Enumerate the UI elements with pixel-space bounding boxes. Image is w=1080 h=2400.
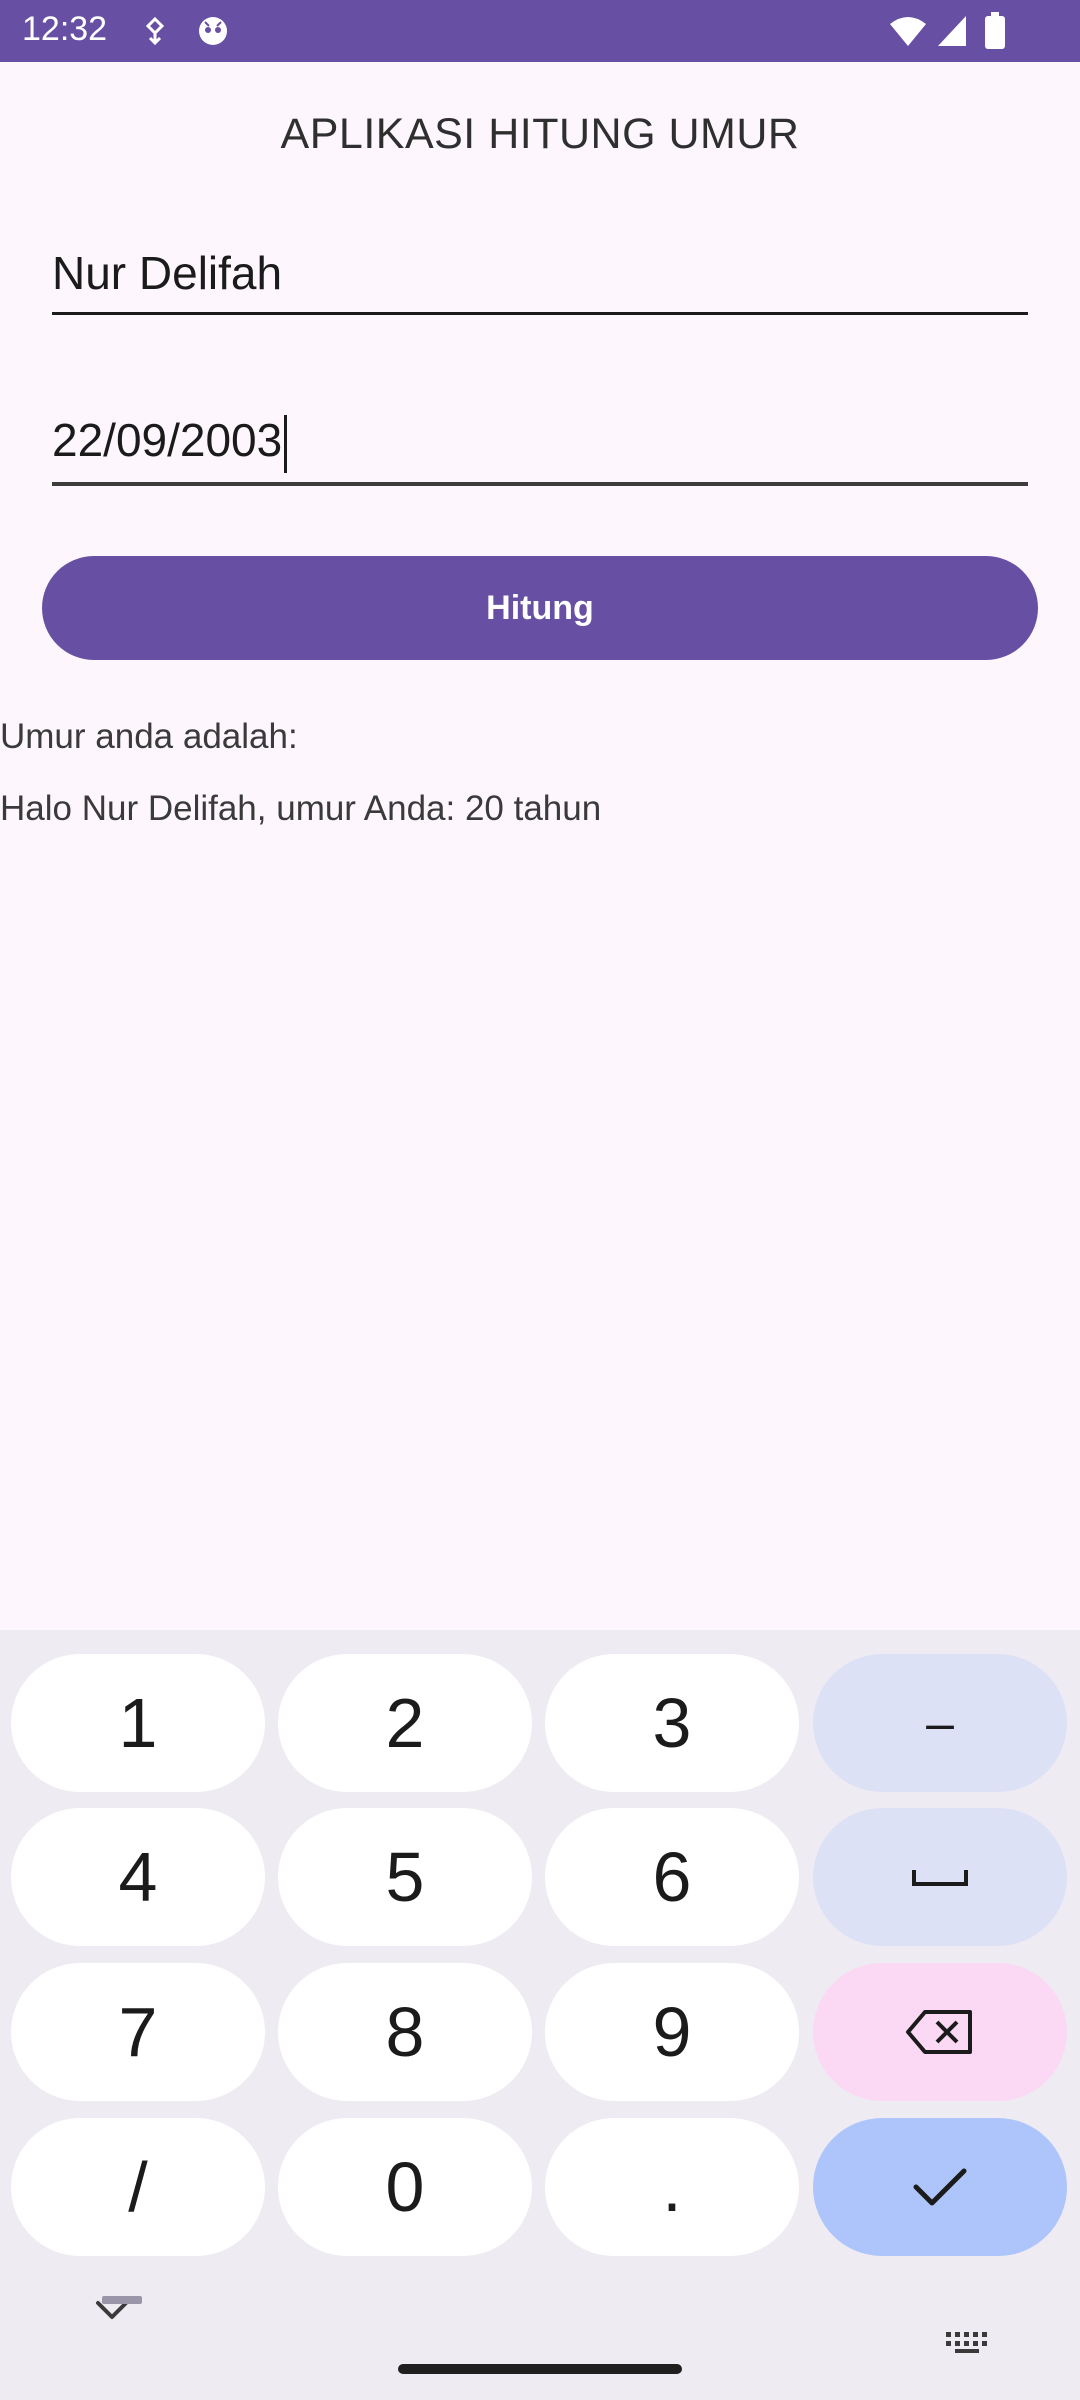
result-label: Umur anda adalah: (0, 717, 298, 756)
keyboard-preview-icon (102, 2296, 142, 2304)
gesture-nav-handle[interactable] (398, 2364, 682, 2374)
key-label: 1 (118, 1684, 158, 1762)
status-time: 12:32 (22, 10, 108, 48)
hitung-button[interactable]: Hitung (42, 556, 1038, 660)
key-label: 4 (118, 1838, 158, 1916)
key-dash[interactable]: – (813, 1654, 1067, 1792)
birthdate-field[interactable]: 22/09/2003 (52, 410, 1028, 486)
text-cursor (284, 414, 288, 473)
key-label: / (128, 2148, 148, 2226)
birthdate-field-underline (52, 482, 1028, 486)
key-dot[interactable]: . (545, 2118, 799, 2256)
key-5[interactable]: 5 (278, 1808, 532, 1946)
key-label: 6 (652, 1838, 692, 1916)
app-screen: APLIKASI HITUNG UMUR 22/09/2003 Hitung U… (0, 62, 1080, 1630)
app-notification-icon (199, 17, 227, 45)
name-input[interactable] (52, 246, 1028, 300)
key-backspace[interactable] (813, 1963, 1067, 2101)
key-9[interactable]: 9 (545, 1963, 799, 2101)
key-0[interactable]: 0 (278, 2118, 532, 2256)
key-label: 9 (652, 1993, 692, 2071)
key-label: – (926, 1695, 954, 1751)
key-4[interactable]: 4 (11, 1808, 265, 1946)
battery-icon (985, 12, 1005, 49)
key-8[interactable]: 8 (278, 1963, 532, 2101)
key-space[interactable] (813, 1808, 1067, 1946)
wifi-icon (890, 17, 926, 46)
key-label: 5 (385, 1838, 425, 1916)
check-icon (913, 2168, 967, 2206)
name-field[interactable] (52, 246, 1028, 315)
key-3[interactable]: 3 (545, 1654, 799, 1792)
result-text: Halo Nur Delifah, umur Anda: 20 tahun (0, 789, 602, 828)
key-6[interactable]: 6 (545, 1808, 799, 1946)
space-icon (912, 1870, 968, 1886)
page-title: APLIKASI HITUNG UMUR (280, 110, 800, 158)
numeric-keyboard: 1 2 3 – 4 5 6 7 8 9 / 0 . (0, 1630, 1080, 2400)
usb-debug-icon (145, 16, 165, 46)
key-label: 7 (118, 1993, 158, 2071)
key-label: 2 (385, 1684, 425, 1762)
key-label: . (662, 2148, 682, 2226)
keyboard-switch-icon[interactable] (944, 2330, 990, 2354)
key-slash[interactable]: / (11, 2118, 265, 2256)
key-7[interactable]: 7 (11, 1963, 265, 2101)
key-label: 8 (385, 1993, 425, 2071)
status-bar: 12:32 (0, 0, 1080, 62)
name-field-underline (52, 312, 1028, 315)
key-label: 0 (385, 2148, 425, 2226)
backspace-icon (906, 2010, 972, 2054)
signal-icon (938, 16, 966, 46)
key-done[interactable] (813, 2118, 1067, 2256)
birthdate-input[interactable]: 22/09/2003 (52, 414, 282, 466)
key-label: 3 (652, 1684, 692, 1762)
key-2[interactable]: 2 (278, 1654, 532, 1792)
key-1[interactable]: 1 (11, 1654, 265, 1792)
